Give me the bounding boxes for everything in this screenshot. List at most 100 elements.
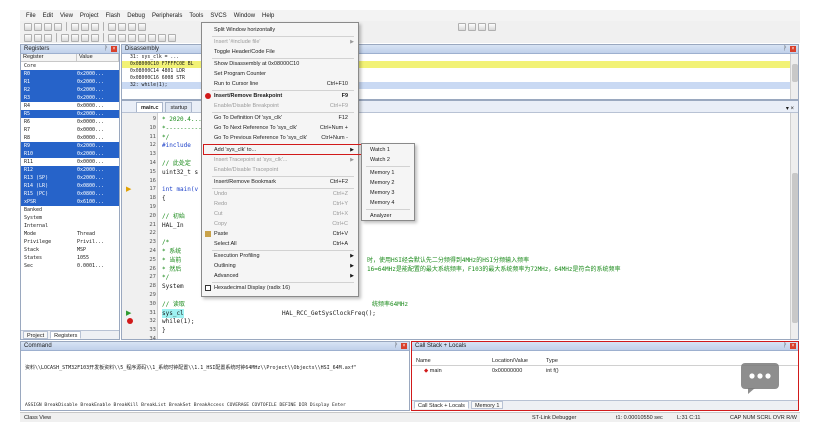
code-line[interactable]: * 当前	[162, 256, 181, 265]
register-row[interactable]: R9 0x2000...	[21, 142, 119, 150]
submenu-memory-2[interactable]: Memory 2	[362, 178, 414, 188]
register-row[interactable]: R7 0x0000...	[21, 126, 119, 134]
menu-item-6[interactable]: Insert/Remove Breakpoint F9	[202, 91, 358, 101]
register-row[interactable]: Banked	[21, 206, 119, 214]
register-row[interactable]: Stack MSP	[21, 246, 119, 254]
save-icon[interactable]	[44, 22, 52, 31]
watch-window-icon[interactable]	[158, 33, 166, 42]
scrollbar-thumb[interactable]	[792, 64, 798, 82]
line-number[interactable]: 24	[136, 247, 156, 256]
call-stack-window-icon[interactable]	[148, 33, 156, 42]
register-row[interactable]: R14 (LR) 0x0800...	[21, 182, 119, 190]
code-line[interactable]: // 读取	[162, 300, 185, 309]
line-number[interactable]: 18	[136, 194, 156, 203]
scrollbar-thumb[interactable]	[792, 173, 798, 323]
register-row[interactable]: R5 0x2000...	[21, 110, 119, 118]
tab-startup[interactable]: startup	[165, 102, 193, 112]
line-number[interactable]: 10	[136, 124, 156, 133]
menu-debug[interactable]: Debug	[127, 13, 145, 19]
submenu-watch-1[interactable]: Watch 1	[362, 145, 414, 155]
code-line[interactable]: {	[162, 194, 166, 203]
code-line[interactable]: * 然后	[162, 265, 181, 274]
menu-item-19[interactable]: Paste Ctrl+V	[202, 229, 358, 239]
close-icon[interactable]: ×	[790, 46, 796, 52]
line-number[interactable]: 27	[136, 273, 156, 282]
column-register[interactable]: Register	[21, 54, 77, 61]
submenu-watch-2[interactable]: Watch 2	[362, 155, 414, 165]
tab-project[interactable]: Project	[23, 331, 49, 339]
step-out-icon[interactable]	[81, 33, 89, 42]
line-number[interactable]: 26	[136, 265, 156, 274]
line-number[interactable]: 32	[136, 317, 156, 326]
line-number[interactable]: 23	[136, 238, 156, 247]
settings-icon[interactable]	[468, 22, 476, 31]
submenu-analyzer[interactable]: Analyzer	[362, 211, 414, 221]
step-over-icon[interactable]	[71, 33, 79, 42]
menu-item-0[interactable]: Split Window horizontally	[202, 25, 358, 35]
code-line[interactable]: // 此处定	[162, 159, 191, 168]
line-number[interactable]: 12	[136, 141, 156, 150]
menu-item-8[interactable]: Go To Definition Of 'sys_clk' F12	[202, 113, 358, 123]
command-window-icon[interactable]	[108, 33, 116, 42]
line-number[interactable]: 19	[136, 203, 156, 212]
disassembly-window-icon[interactable]	[118, 33, 126, 42]
menu-help[interactable]: Help	[262, 13, 274, 19]
code-line[interactable]: int main(v	[162, 185, 198, 194]
menu-item-3[interactable]: Show Disassembly at 0x08000C10	[202, 59, 358, 69]
menu-item-14[interactable]: Insert/Remove Bookmark Ctrl+F2	[202, 177, 358, 187]
back-icon[interactable]	[128, 22, 136, 31]
menu-item-9[interactable]: Go To Next Reference To 'sys_clk' Ctrl+Nu…	[202, 123, 358, 133]
register-row[interactable]: Privilege Privil...	[21, 238, 119, 246]
line-number[interactable]: 22	[136, 229, 156, 238]
submenu-memory-1[interactable]: Memory 1	[362, 168, 414, 178]
menu-flash[interactable]: Flash	[106, 13, 121, 19]
register-row[interactable]: R10 0x2000...	[21, 150, 119, 158]
register-row[interactable]: R1 0x2000...	[21, 78, 119, 86]
run-icon[interactable]	[34, 33, 42, 42]
code-line[interactable]: * 系统	[162, 247, 181, 256]
register-row[interactable]: R8 0x0000...	[21, 134, 119, 142]
line-number[interactable]: 31	[136, 309, 156, 318]
register-row[interactable]: Mode Thread	[21, 230, 119, 238]
menu-project[interactable]: Project	[80, 13, 99, 19]
code-line[interactable]: // 初始	[162, 212, 185, 221]
line-number[interactable]: 13	[136, 150, 156, 159]
code-line[interactable]: * 2020.4...	[162, 115, 202, 124]
status-class-view[interactable]: Class View	[24, 413, 51, 423]
line-number[interactable]: 11	[136, 133, 156, 142]
register-row[interactable]: R0 0x2000...	[21, 70, 119, 78]
pin-icon[interactable]: ᚹ	[394, 343, 398, 349]
close-icon[interactable]: ×	[401, 343, 407, 349]
tab-list-icon[interactable]: ▾ ×	[786, 105, 794, 112]
open-file-icon[interactable]	[34, 22, 42, 31]
code-line-tail[interactable]: 16=64MHz是能配置的最大系统频率，F103的最大系统频率为72MHz，64…	[367, 265, 620, 274]
code-line[interactable]: /*	[162, 238, 169, 247]
undo-icon[interactable]	[108, 22, 116, 31]
menu-item-20[interactable]: Select All Ctrl+A	[202, 239, 358, 249]
run-to-cursor-icon[interactable]	[91, 33, 99, 42]
register-row[interactable]: Core	[21, 62, 119, 70]
editor-scrollbar[interactable]	[790, 113, 798, 339]
paste-icon[interactable]	[91, 22, 99, 31]
reset-icon[interactable]	[24, 33, 32, 42]
tools-icon[interactable]	[488, 22, 496, 31]
step-into-icon[interactable]	[61, 33, 69, 42]
code-line[interactable]: while(1);	[162, 317, 195, 326]
code-line[interactable]: }	[162, 326, 166, 335]
registers-window-icon[interactable]	[138, 33, 146, 42]
register-row[interactable]: Internal	[21, 222, 119, 230]
register-row[interactable]: R15 (PC) 0x0800...	[21, 190, 119, 198]
menu-item-2[interactable]: Toggle Header/Code File	[202, 47, 358, 57]
close-icon[interactable]: ×	[111, 46, 117, 52]
pin-icon[interactable]: ᚹ	[104, 46, 108, 52]
menu-item-23[interactable]: Advanced ▶	[202, 271, 358, 281]
menu-view[interactable]: View	[60, 13, 73, 19]
code-line[interactable]: sys_cl	[162, 308, 184, 318]
code-line[interactable]: */	[162, 273, 169, 282]
column-value[interactable]: Value	[77, 54, 119, 61]
register-row[interactable]: R11 0x0000...	[21, 158, 119, 166]
line-number[interactable]: 16	[136, 177, 156, 186]
code-line-tail[interactable]: 时，使用HSI经会默认先二分频得到4MHz的HSI分频输入频率	[367, 256, 529, 265]
tab-main-c[interactable]: main.c	[136, 102, 164, 112]
register-row[interactable]: R2 0x2000...	[21, 86, 119, 94]
